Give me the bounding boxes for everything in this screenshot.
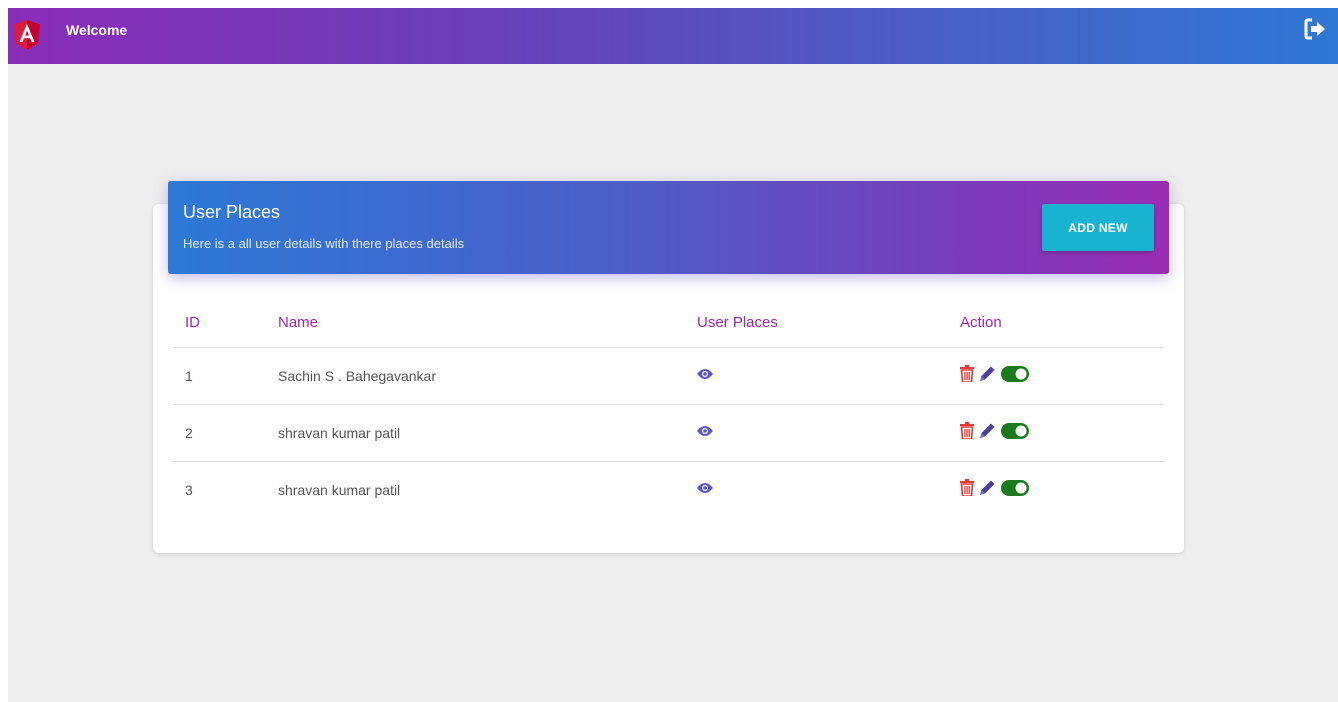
- trash-icon[interactable]: [960, 479, 974, 501]
- table-row: 3 shravan kumar patil: [173, 462, 1164, 518]
- eye-icon[interactable]: [697, 481, 713, 499]
- toggle-on-icon[interactable]: [1001, 422, 1029, 444]
- add-new-button[interactable]: ADD NEW: [1042, 204, 1154, 251]
- angular-logo-icon[interactable]: [14, 20, 40, 50]
- card-header: User Places Here is a all user details w…: [168, 181, 1169, 274]
- cell-name: Sachin S . Bahegavankar: [278, 368, 436, 384]
- table-row: 1 Sachin S . Bahegavankar: [173, 348, 1164, 405]
- trash-icon[interactable]: [960, 365, 974, 387]
- eye-icon[interactable]: [697, 424, 713, 442]
- card-subtitle: Here is a all user details with there pl…: [183, 236, 465, 251]
- cell-id: 1: [185, 368, 193, 384]
- top-navbar: Welcome: [8, 8, 1338, 64]
- table-header-row: ID Name User Places Action: [173, 298, 1164, 348]
- cell-id: 3: [185, 482, 193, 498]
- header-name: Name: [278, 314, 319, 331]
- eye-icon[interactable]: [697, 367, 713, 385]
- pencil-icon[interactable]: [979, 365, 996, 387]
- toggle-on-icon[interactable]: [1001, 365, 1029, 387]
- card-title: User Places: [183, 202, 281, 222]
- sign-out-icon[interactable]: [1304, 18, 1326, 40]
- user-places-table: ID Name User Places Action 1 Sachin S . …: [173, 298, 1164, 518]
- header-action: Action: [960, 314, 1002, 331]
- pencil-icon[interactable]: [979, 422, 996, 444]
- pencil-icon[interactable]: [979, 479, 996, 501]
- table-row: 2 shravan kumar patil: [173, 405, 1164, 462]
- page-viewport: Welcome User Places Here is a all user d…: [8, 8, 1338, 702]
- header-user-places: User Places: [697, 314, 778, 331]
- cell-id: 2: [185, 425, 193, 441]
- toggle-on-icon[interactable]: [1001, 479, 1029, 501]
- cell-name: shravan kumar patil: [278, 425, 401, 441]
- header-id: ID: [185, 314, 200, 331]
- nav-title: Welcome: [66, 22, 128, 38]
- trash-icon[interactable]: [960, 422, 974, 444]
- cell-name: shravan kumar patil: [278, 482, 401, 498]
